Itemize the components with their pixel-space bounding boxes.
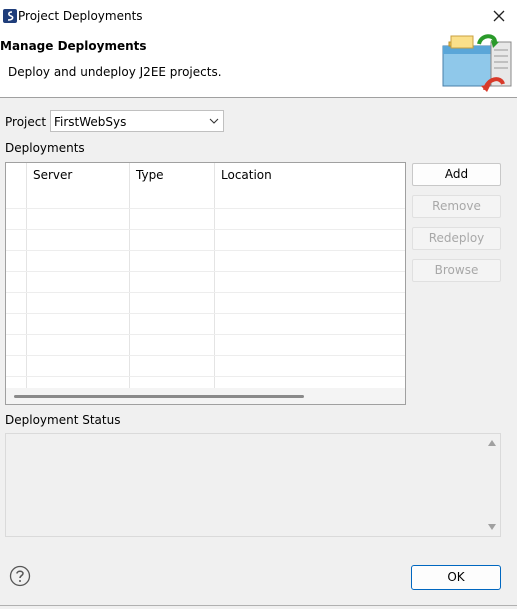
table-row <box>6 355 405 356</box>
title-bar: Project Deployments <box>0 0 517 30</box>
banner-title: Manage Deployments <box>0 39 147 53</box>
column-header-type[interactable]: Type <box>136 168 164 182</box>
browse-button[interactable]: Browse <box>412 259 501 282</box>
table-row <box>6 313 405 314</box>
deployments-table[interactable]: Server Type Location <box>5 162 406 405</box>
window-title: Project Deployments <box>18 9 143 23</box>
ok-button[interactable]: OK <box>411 565 501 590</box>
deploy-server-icon <box>442 34 512 92</box>
banner-description: Deploy and undeploy J2EE projects. <box>8 65 222 79</box>
column-header-server[interactable]: Server <box>33 168 72 182</box>
table-row <box>6 376 405 377</box>
project-label: Project <box>5 115 47 129</box>
table-row <box>6 292 405 293</box>
close-icon[interactable] <box>489 6 509 26</box>
chevron-down-icon <box>209 118 219 124</box>
horizontal-scrollbar[interactable] <box>6 388 405 404</box>
scroll-up-arrow-icon[interactable] <box>487 439 497 447</box>
help-icon[interactable] <box>9 565 31 587</box>
project-select-value: FirstWebSys <box>54 115 127 129</box>
deployments-label: Deployments <box>5 141 85 155</box>
scrollbar-thumb[interactable] <box>14 395 304 398</box>
add-button[interactable]: Add <box>412 163 501 186</box>
table-row <box>6 208 405 209</box>
dialog-banner: Manage Deployments Deploy and undeploy J… <box>0 30 517 98</box>
deployment-status-area[interactable] <box>5 433 501 537</box>
window-bottom-border <box>0 605 517 606</box>
myeclipse-app-icon <box>3 9 17 23</box>
deployment-status-label: Deployment Status <box>5 413 121 427</box>
project-deployments-dialog: Project Deployments Manage Deployments D… <box>0 0 517 609</box>
table-row <box>6 334 405 335</box>
column-header-location[interactable]: Location <box>221 168 272 182</box>
table-row <box>6 229 405 230</box>
scroll-down-arrow-icon[interactable] <box>487 523 497 531</box>
remove-button[interactable]: Remove <box>412 195 501 218</box>
redeploy-button[interactable]: Redeploy <box>412 227 501 250</box>
table-row <box>6 271 405 272</box>
table-row <box>6 250 405 251</box>
project-select[interactable]: FirstWebSys <box>50 110 224 132</box>
